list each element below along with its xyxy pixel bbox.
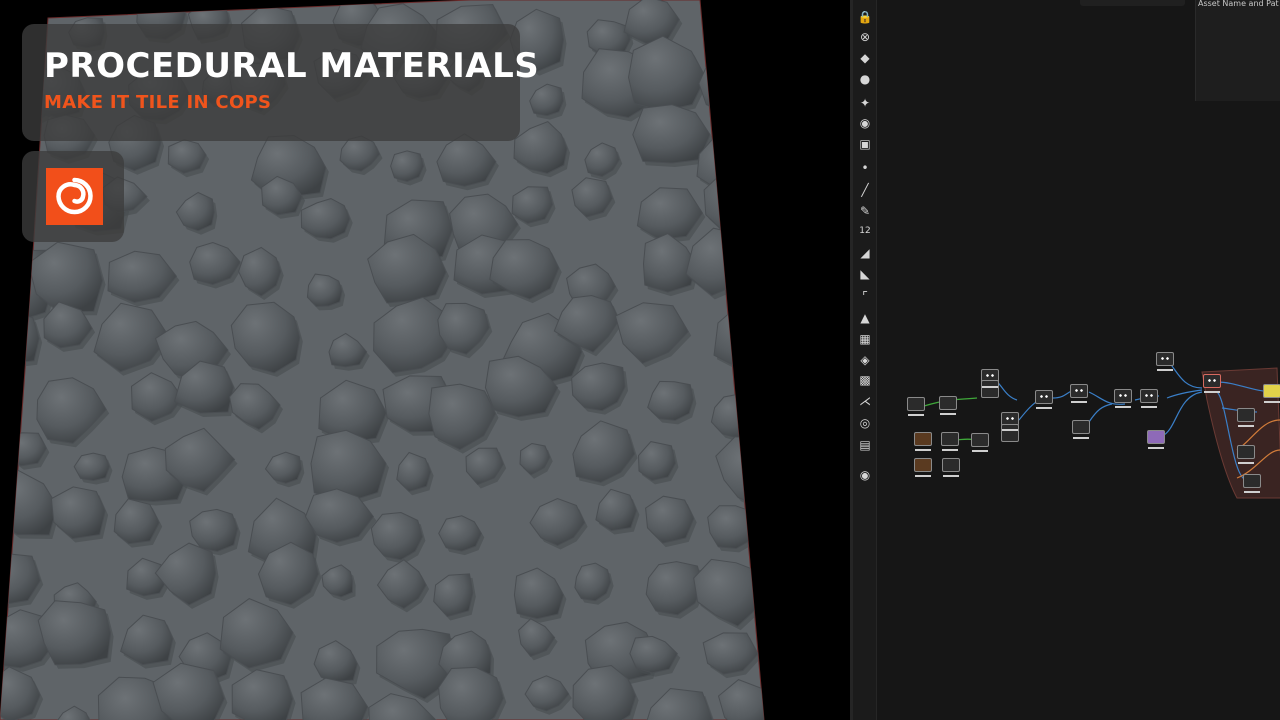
logo-card bbox=[22, 151, 124, 242]
node-height[interactable] bbox=[1072, 420, 1090, 434]
node-label-bar bbox=[1238, 425, 1254, 427]
page-title: PROCEDURAL MATERIALS bbox=[44, 46, 540, 86]
layers-icon[interactable]: ◈ bbox=[856, 351, 874, 369]
node-bevel-a[interactable] bbox=[1114, 389, 1132, 403]
toolbar-number-label: 12 bbox=[859, 226, 871, 236]
node-blend-a-body[interactable] bbox=[1001, 424, 1019, 442]
camera-icon[interactable]: ▤ bbox=[856, 436, 874, 454]
circle-tool-icon[interactable]: ◎ bbox=[856, 414, 874, 432]
node-subnet-b[interactable] bbox=[1237, 445, 1255, 459]
node-input-b[interactable] bbox=[939, 396, 957, 410]
node-noise-b[interactable] bbox=[941, 432, 959, 446]
node-noise-e[interactable] bbox=[942, 458, 960, 472]
node-label-bar bbox=[1264, 401, 1280, 403]
node-label-bar bbox=[1148, 447, 1164, 449]
light-icon[interactable]: ◆ bbox=[856, 49, 874, 67]
node-label-bar bbox=[1073, 437, 1089, 439]
fill-icon[interactable]: ▲ bbox=[856, 309, 874, 327]
curve-tool-icon[interactable]: ⌜ bbox=[856, 287, 874, 305]
houdini-spiral-icon bbox=[56, 177, 93, 215]
node-noise-a[interactable] bbox=[914, 432, 932, 446]
node-subnet-out[interactable] bbox=[1263, 384, 1280, 398]
point-icon[interactable]: • bbox=[856, 159, 874, 177]
pencil-icon[interactable]: ✎ bbox=[856, 202, 874, 220]
asset-panel: Asset Name and Pat bbox=[1195, 0, 1280, 101]
branch-icon[interactable]: ⋌ bbox=[856, 392, 874, 410]
node-tile-b[interactable] bbox=[1070, 384, 1088, 398]
node-label-bar bbox=[1036, 407, 1052, 409]
node-noise-c[interactable] bbox=[971, 433, 989, 447]
node-selected[interactable] bbox=[1203, 374, 1221, 388]
node-graph[interactable] bbox=[877, 0, 1280, 720]
sculpt-icon[interactable]: ◣ bbox=[856, 265, 874, 283]
network-toolbar: 🔒 ⊗ ◆ ● ✦ ◉ ▣ • ╱ ✎ 12 ◢ ◣ ⌜ ▲ ▦ ◈ ▩ ⋌ ◎… bbox=[853, 0, 877, 720]
node-bevel-b[interactable] bbox=[1140, 389, 1158, 403]
transform-handle-icon[interactable]: ✦ bbox=[856, 94, 874, 112]
node-label-bar bbox=[908, 414, 924, 416]
node-label-bar bbox=[1002, 429, 1018, 431]
asset-header-label: Asset Name and Pat bbox=[1198, 0, 1279, 8]
page-subtitle: MAKE IT TILE IN COPS bbox=[44, 92, 272, 113]
number-tool-icon[interactable]: 12 bbox=[856, 222, 874, 240]
node-noise-d[interactable] bbox=[914, 458, 932, 472]
node-label-bar bbox=[1071, 401, 1087, 403]
node-tile-a[interactable] bbox=[1035, 390, 1053, 404]
checker-icon[interactable]: ▦ bbox=[856, 330, 874, 348]
brush-icon[interactable]: ╱ bbox=[856, 181, 874, 199]
lock-icon[interactable]: 🔒 bbox=[856, 8, 874, 26]
node-merge-a-body[interactable] bbox=[981, 380, 999, 398]
display-flag-icon[interactable]: ⊗ bbox=[856, 28, 874, 46]
bulb-icon[interactable]: ● bbox=[856, 70, 874, 88]
title-card: PROCEDURAL MATERIALS MAKE IT TILE IN COP… bbox=[22, 24, 539, 141]
node-label-bar bbox=[915, 449, 931, 451]
render-tool-icon[interactable]: ▣ bbox=[856, 135, 874, 153]
node-label-bar bbox=[1204, 391, 1220, 393]
view-tool-icon[interactable]: ◉ bbox=[856, 114, 874, 132]
node-label-bar bbox=[1141, 406, 1157, 408]
node-label-bar bbox=[1157, 369, 1173, 371]
node-label-bar bbox=[940, 413, 956, 415]
node-label-bar bbox=[1115, 406, 1131, 408]
node-output-a[interactable] bbox=[1156, 352, 1174, 366]
node-label-bar bbox=[942, 449, 958, 451]
pin-icon[interactable]: ◉ bbox=[856, 466, 874, 484]
node-label-bar bbox=[982, 386, 998, 388]
node-label-bar bbox=[1244, 491, 1260, 493]
node-wires bbox=[923, 359, 1280, 499]
node-color[interactable] bbox=[1147, 430, 1165, 444]
node-subnet-a[interactable] bbox=[1237, 408, 1255, 422]
node-label-bar bbox=[1238, 462, 1254, 464]
uv-icon[interactable]: ▩ bbox=[856, 371, 874, 389]
node-subnet-c[interactable] bbox=[1243, 474, 1261, 488]
paint-icon[interactable]: ◢ bbox=[856, 244, 874, 262]
node-input-a[interactable] bbox=[907, 397, 925, 411]
node-label-bar bbox=[972, 450, 988, 452]
node-label-bar bbox=[915, 475, 931, 477]
houdini-logo bbox=[46, 168, 103, 225]
node-label-bar bbox=[943, 475, 959, 477]
